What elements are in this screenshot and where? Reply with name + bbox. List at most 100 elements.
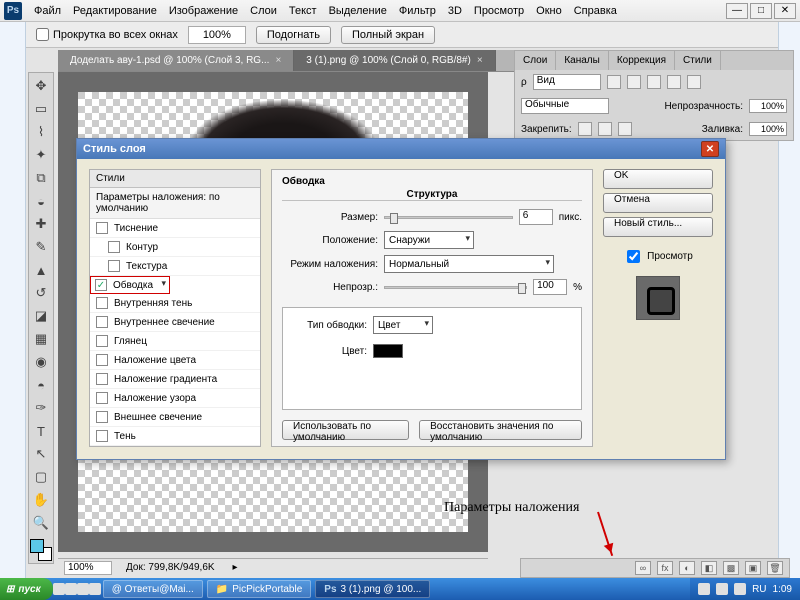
stamp-tool[interactable]: ▲: [30, 259, 52, 281]
ql-icon[interactable]: [77, 583, 89, 595]
zoom-tool[interactable]: 🔍: [30, 512, 52, 534]
style-checkbox[interactable]: [96, 354, 108, 366]
minimize-button[interactable]: —: [726, 3, 748, 19]
ql-icon[interactable]: [65, 583, 77, 595]
menu-edit[interactable]: Редактирование: [73, 5, 157, 17]
position-select[interactable]: Снаружи: [384, 231, 474, 249]
filter-icon[interactable]: [647, 75, 661, 89]
filter-icon[interactable]: [667, 75, 681, 89]
menu-text[interactable]: Текст: [289, 5, 317, 17]
lasso-tool[interactable]: ⌇: [30, 121, 52, 143]
tab-adjustments[interactable]: Коррекция: [609, 51, 675, 70]
style-checkbox[interactable]: [95, 279, 107, 291]
style-item-наложение-узора[interactable]: Наложение узора: [90, 389, 260, 408]
tab-channels[interactable]: Каналы: [556, 51, 609, 70]
text-tool[interactable]: T: [30, 420, 52, 442]
fullscreen-button[interactable]: Полный экран: [341, 26, 435, 44]
taskbar-item[interactable]: 📁PicPickPortable: [207, 580, 311, 598]
eraser-tool[interactable]: ◪: [30, 305, 52, 327]
taskbar-item[interactable]: Ps3 (1).png @ 100...: [315, 580, 430, 598]
menu-select[interactable]: Выделение: [329, 5, 387, 17]
opacity-field[interactable]: 100%: [749, 99, 787, 113]
reset-default-button[interactable]: Восстановить значения по умолчанию: [419, 420, 582, 440]
color-swatches[interactable]: [30, 539, 52, 561]
style-checkbox[interactable]: [96, 316, 108, 328]
style-item-наложение-цвета[interactable]: Наложение цвета: [90, 351, 260, 370]
style-item-тень[interactable]: Тень: [90, 427, 260, 446]
eyedropper-tool[interactable]: ◒: [30, 190, 52, 212]
blend-mode-select[interactable]: Обычные: [521, 98, 609, 114]
style-checkbox[interactable]: [96, 430, 108, 442]
style-checkbox[interactable]: [108, 260, 120, 272]
style-checkbox[interactable]: [96, 373, 108, 385]
status-zoom[interactable]: 100%: [64, 561, 112, 575]
filltype-select[interactable]: Цвет: [373, 316, 433, 334]
menu-file[interactable]: Файл: [34, 5, 61, 17]
menu-filter[interactable]: Фильтр: [399, 5, 436, 17]
clock[interactable]: 1:09: [773, 584, 792, 595]
close-icon[interactable]: ×: [477, 55, 483, 66]
crop-tool[interactable]: ⧉: [30, 167, 52, 189]
preview-checkbox[interactable]: [627, 250, 640, 263]
path-tool[interactable]: ↖: [30, 443, 52, 465]
cancel-button[interactable]: Отмена: [603, 193, 713, 213]
marquee-tool[interactable]: ▭: [30, 98, 52, 120]
lock-position-icon[interactable]: [598, 122, 612, 136]
style-item-внутренняя-тень[interactable]: Внутренняя тень: [90, 294, 260, 313]
link-icon[interactable]: ∞: [635, 561, 651, 575]
wand-tool[interactable]: ✦: [30, 144, 52, 166]
scroll-all-checkbox[interactable]: [36, 28, 49, 41]
menu-3d[interactable]: 3D: [448, 5, 462, 17]
style-checkbox[interactable]: [96, 222, 108, 234]
adjustment-icon[interactable]: ◧: [701, 561, 717, 575]
filter-icon[interactable]: [687, 75, 701, 89]
blend-select[interactable]: Нормальный: [384, 255, 554, 273]
layer-filter-select[interactable]: Вид: [533, 74, 601, 90]
lock-pixels-icon[interactable]: [578, 122, 592, 136]
color-swatch[interactable]: [373, 344, 403, 358]
size-slider[interactable]: [384, 216, 513, 219]
filter-icon[interactable]: [607, 75, 621, 89]
make-default-button[interactable]: Использовать по умолчанию: [282, 420, 409, 440]
fx-icon[interactable]: fx: [657, 561, 673, 575]
opacity-input[interactable]: 100: [533, 279, 567, 295]
move-tool[interactable]: ✥: [30, 75, 52, 97]
close-button[interactable]: ✕: [774, 3, 796, 19]
maximize-button[interactable]: □: [750, 3, 772, 19]
style-item-обводка[interactable]: Обводка: [90, 276, 170, 294]
gradient-tool[interactable]: ▦: [30, 328, 52, 350]
fit-button[interactable]: Подогнать: [256, 26, 331, 44]
fill-field[interactable]: 100%: [749, 122, 787, 136]
pen-tool[interactable]: ✑: [30, 397, 52, 419]
doc-tab-1[interactable]: 3 (1).png @ 100% (Слой 0, RGB/8#)×: [294, 50, 495, 71]
style-item-внутреннее-свечение[interactable]: Внутреннее свечение: [90, 313, 260, 332]
ql-icon[interactable]: [53, 583, 65, 595]
style-item-тиснение[interactable]: Тиснение: [90, 219, 260, 238]
hand-tool[interactable]: ✋: [30, 489, 52, 511]
tab-styles[interactable]: Стили: [675, 51, 721, 70]
lock-all-icon[interactable]: [618, 122, 632, 136]
start-button[interactable]: ⊞пуск: [0, 578, 53, 600]
dialog-close-button[interactable]: ✕: [701, 141, 719, 157]
menu-layers[interactable]: Слои: [250, 5, 277, 17]
filter-icon[interactable]: [627, 75, 641, 89]
dialog-titlebar[interactable]: Стиль слоя ✕: [77, 139, 725, 159]
close-icon[interactable]: ×: [275, 55, 281, 66]
blend-options-item[interactable]: Параметры наложения: по умолчанию: [90, 188, 260, 219]
menu-view[interactable]: Просмотр: [474, 5, 524, 17]
lang-indicator[interactable]: RU: [752, 584, 766, 595]
style-checkbox[interactable]: [96, 411, 108, 423]
new-style-button[interactable]: Новый стиль...: [603, 217, 713, 237]
blur-tool[interactable]: ◉: [30, 351, 52, 373]
style-item-внешнее-свечение[interactable]: Внешнее свечение: [90, 408, 260, 427]
style-checkbox[interactable]: [96, 297, 108, 309]
size-input[interactable]: 6: [519, 209, 553, 225]
history-brush-tool[interactable]: ↺: [30, 282, 52, 304]
tray-icon[interactable]: [698, 583, 710, 595]
brush-tool[interactable]: ✎: [30, 236, 52, 258]
menu-window[interactable]: Окно: [536, 5, 562, 17]
menu-image[interactable]: Изображение: [169, 5, 238, 17]
style-item-текстура[interactable]: Текстура: [90, 257, 260, 276]
mask-icon[interactable]: ◐: [679, 561, 695, 575]
styles-header[interactable]: Стили: [90, 170, 260, 188]
